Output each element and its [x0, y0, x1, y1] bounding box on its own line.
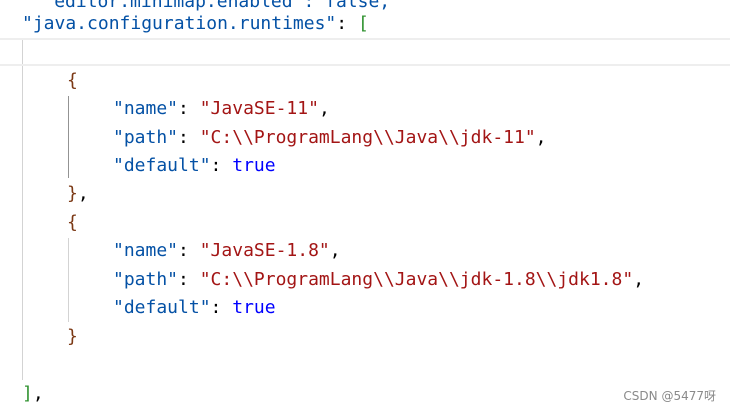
code-line-path-1[interactable]: "path": "C:\\ProgramLang\\Java\\jdk-11",	[113, 124, 730, 152]
close-bracket: ]	[22, 383, 33, 404]
code-line-close-brace-1[interactable]: },	[67, 180, 730, 208]
code-line-close-brace-2[interactable]: }	[67, 323, 730, 351]
colon: :	[178, 98, 200, 119]
code-line-name-1[interactable]: "name": "JavaSE-11",	[113, 95, 730, 123]
json-key: "path"	[113, 269, 179, 290]
code-line-name-2[interactable]: "name": "JavaSE-1.8",	[113, 237, 730, 265]
json-key: "default"	[113, 297, 211, 318]
comma: ,	[633, 269, 645, 290]
json-key: "default"	[113, 155, 211, 176]
colon: :	[210, 155, 233, 176]
open-brace: {	[67, 212, 78, 233]
indent-guide-object-1	[68, 96, 69, 178]
code-line-path-2[interactable]: "path": "C:\\ProgramLang\\Java\\jdk-1.8\…	[113, 266, 730, 294]
json-key: "java.configuration.runtimes"	[22, 13, 337, 34]
indent-guide-object-2	[68, 238, 69, 322]
json-string: "JavaSE-1.8"	[199, 240, 330, 261]
comma: ,	[318, 98, 330, 119]
code-line-open-brace-1[interactable]: {	[67, 67, 730, 95]
json-boolean: true	[232, 297, 276, 318]
close-brace: }	[67, 326, 78, 347]
code-line-current-empty[interactable]	[0, 38, 730, 66]
json-string: "JavaSE-11"	[199, 98, 319, 119]
comma: ,	[32, 383, 44, 404]
comma: ,	[329, 240, 341, 261]
colon: :	[210, 297, 233, 318]
watermark: CSDN @5477呀	[623, 389, 716, 403]
indent-guide-outer	[22, 40, 23, 380]
comma: ,	[77, 183, 89, 204]
code-line-default-2[interactable]: "default": true	[113, 294, 730, 322]
json-string: "C:\\ProgramLang\\Java\\jdk-1.8\\jdk1.8"	[199, 269, 634, 290]
json-string: "C:\\ProgramLang\\Java\\jdk-11"	[199, 127, 536, 148]
json-key: "name"	[113, 240, 179, 261]
colon: :	[178, 127, 200, 148]
json-boolean: true	[232, 155, 276, 176]
colon: :	[178, 269, 200, 290]
code-editor[interactable]: "editor.minimap.enabled": false, "java.c…	[0, 0, 730, 412]
colon: :	[178, 240, 200, 261]
code-line-open-brace-2[interactable]: {	[67, 209, 730, 237]
close-brace: }	[67, 183, 78, 204]
json-key: "name"	[113, 98, 179, 119]
code-line-runtimes[interactable]: "java.configuration.runtimes": [	[22, 10, 730, 38]
colon: :	[336, 13, 358, 34]
code-line-default-1[interactable]: "default": true	[113, 152, 730, 180]
json-key: "path"	[113, 127, 179, 148]
comma: ,	[535, 127, 547, 148]
open-brace: {	[67, 70, 78, 91]
open-bracket: [	[357, 13, 369, 34]
